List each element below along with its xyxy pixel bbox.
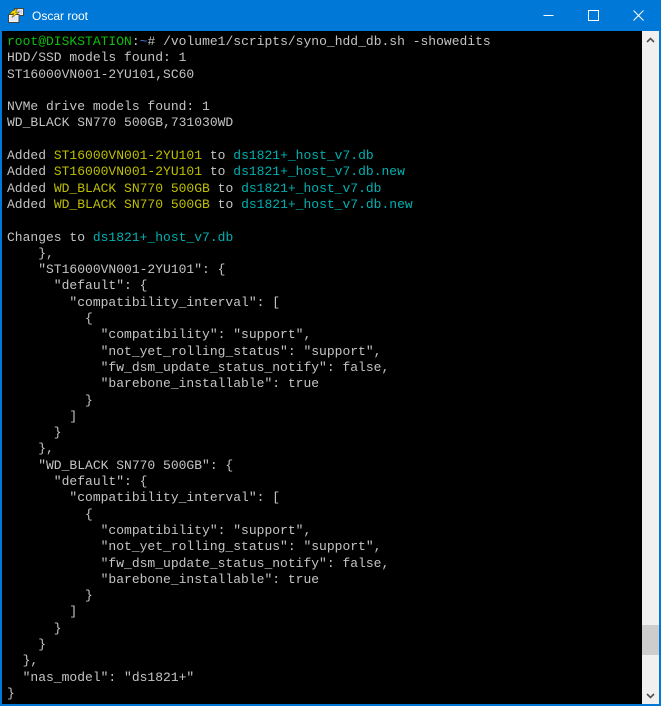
- minimize-icon: [543, 10, 554, 21]
- terminal-line: }: [7, 588, 642, 604]
- chevron-down-icon: [646, 693, 655, 699]
- terminal-line: [7, 83, 642, 99]
- maximize-button[interactable]: [571, 0, 616, 31]
- scrollbar-down-button[interactable]: [642, 687, 659, 704]
- terminal-line: root@DISKSTATION:~# /volume1/scripts/syn…: [7, 34, 642, 50]
- terminal-line: "compatibility_interval": [: [7, 490, 642, 506]
- window-title: Oscar root: [32, 9, 526, 23]
- close-icon: [633, 10, 644, 21]
- terminal-line: },: [7, 246, 642, 262]
- maximize-icon: [588, 10, 599, 21]
- terminal-line: "default": {: [7, 474, 642, 490]
- terminal-line: "WD_BLACK SN770 500GB": {: [7, 458, 642, 474]
- putty-window: Oscar root root@DISKSTATION:~# /volume1/…: [0, 0, 661, 706]
- terminal-line: NVMe drive models found: 1: [7, 99, 642, 115]
- terminal-line: {: [7, 311, 642, 327]
- window-body: root@DISKSTATION:~# /volume1/scripts/syn…: [0, 31, 661, 706]
- terminal-line: "barebone_installable": true: [7, 376, 642, 392]
- caption-buttons: [526, 0, 661, 31]
- terminal-line: "not_yet_rolling_status": "support",: [7, 344, 642, 360]
- close-button[interactable]: [616, 0, 661, 31]
- minimize-button[interactable]: [526, 0, 571, 31]
- terminal-line: }: [7, 393, 642, 409]
- scrollbar[interactable]: [642, 31, 659, 704]
- terminal-line: "compatibility": "support",: [7, 523, 642, 539]
- terminal-line: },: [7, 653, 642, 669]
- terminal-line: Added WD_BLACK SN770 500GB to ds1821+_ho…: [7, 181, 642, 197]
- terminal-line: "nas_model": "ds1821+": [7, 670, 642, 686]
- terminal-line: "compatibility": "support",: [7, 327, 642, 343]
- terminal-line: },: [7, 441, 642, 457]
- terminal-line: Changes to ds1821+_host_v7.db: [7, 230, 642, 246]
- terminal-line: {: [7, 507, 642, 523]
- terminal-line: "fw_dsm_update_status_notify": false,: [7, 360, 642, 376]
- terminal-line: [7, 213, 642, 229]
- terminal-line: ]: [7, 409, 642, 425]
- titlebar[interactable]: Oscar root: [0, 0, 661, 31]
- terminal-output[interactable]: root@DISKSTATION:~# /volume1/scripts/syn…: [2, 31, 642, 704]
- terminal-line: Added ST16000VN001-2YU101 to ds1821+_hos…: [7, 148, 642, 164]
- scrollbar-up-button[interactable]: [642, 31, 659, 48]
- terminal-line: ]: [7, 604, 642, 620]
- terminal-line: }: [7, 686, 642, 702]
- terminal-line: "default": {: [7, 278, 642, 294]
- terminal-line: "barebone_installable": true: [7, 572, 642, 588]
- terminal-line: ST16000VN001-2YU101,SC60: [7, 67, 642, 83]
- terminal-line: Added ST16000VN001-2YU101 to ds1821+_hos…: [7, 164, 642, 180]
- terminal-line: [7, 132, 642, 148]
- terminal-line: }: [7, 425, 642, 441]
- scrollbar-thumb[interactable]: [642, 625, 659, 655]
- putty-icon[interactable]: [8, 8, 24, 24]
- terminal-line: HDD/SSD models found: 1: [7, 50, 642, 66]
- terminal-line: "compatibility_interval": [: [7, 295, 642, 311]
- terminal-line: WD_BLACK SN770 500GB,731030WD: [7, 115, 642, 131]
- chevron-up-icon: [646, 37, 655, 43]
- terminal-line: Added WD_BLACK SN770 500GB to ds1821+_ho…: [7, 197, 642, 213]
- scrollbar-track[interactable]: [642, 48, 659, 687]
- terminal-line: "ST16000VN001-2YU101": {: [7, 262, 642, 278]
- terminal-line: "not_yet_rolling_status": "support",: [7, 539, 642, 555]
- terminal-line: }: [7, 637, 642, 653]
- terminal-line: "fw_dsm_update_status_notify": false,: [7, 556, 642, 572]
- terminal-line: }: [7, 621, 642, 637]
